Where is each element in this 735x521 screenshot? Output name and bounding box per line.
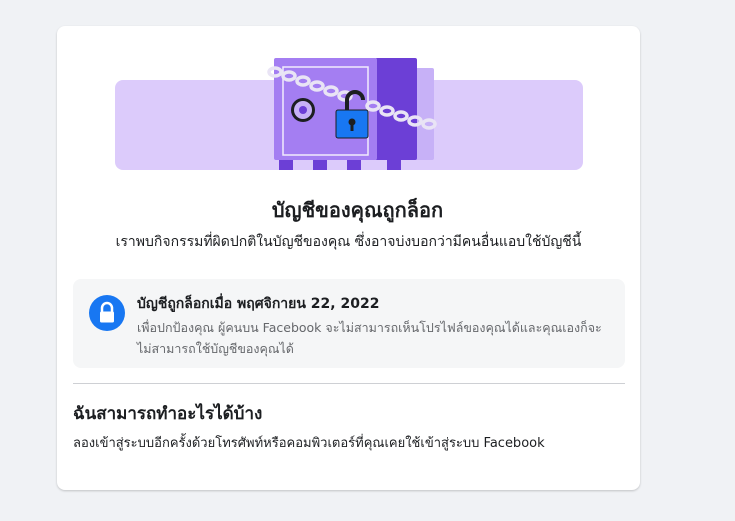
lock-info-box: บัญชีถูกล็อกเมื่อ พฤศจิกายน 22, 2022 เพื… <box>73 279 625 368</box>
page-subtitle: เราพบกิจกรรมที่ผิดปกติในบัญชีของคุณ ซึ่ง… <box>115 234 582 250</box>
locked-safe-icon <box>115 58 583 170</box>
lock-date-title: บัญชีถูกล็อกเมื่อ พฤศจิกายน 22, 2022 <box>137 296 380 312</box>
help-section-title: ฉันสามารถทำอะไรได้บ้าง <box>73 404 263 424</box>
lock-icon <box>89 295 125 331</box>
locked-account-card: บัญชีของคุณถูกล็อก เราพบกิจกรรมที่ผิดปกต… <box>57 26 640 490</box>
help-section-description: ลองเข้าสู่ระบบอีกครั้งด้วยโทรศัพท์หรือคอ… <box>73 436 545 451</box>
lock-description: เพื่อปกป้องคุณ ผู้คนบน Facebook จะไม่สาม… <box>137 320 602 356</box>
locked-safe-illustration <box>57 26 640 176</box>
divider <box>73 383 625 384</box>
page-title: บัญชีของคุณถูกล็อก <box>271 198 444 222</box>
